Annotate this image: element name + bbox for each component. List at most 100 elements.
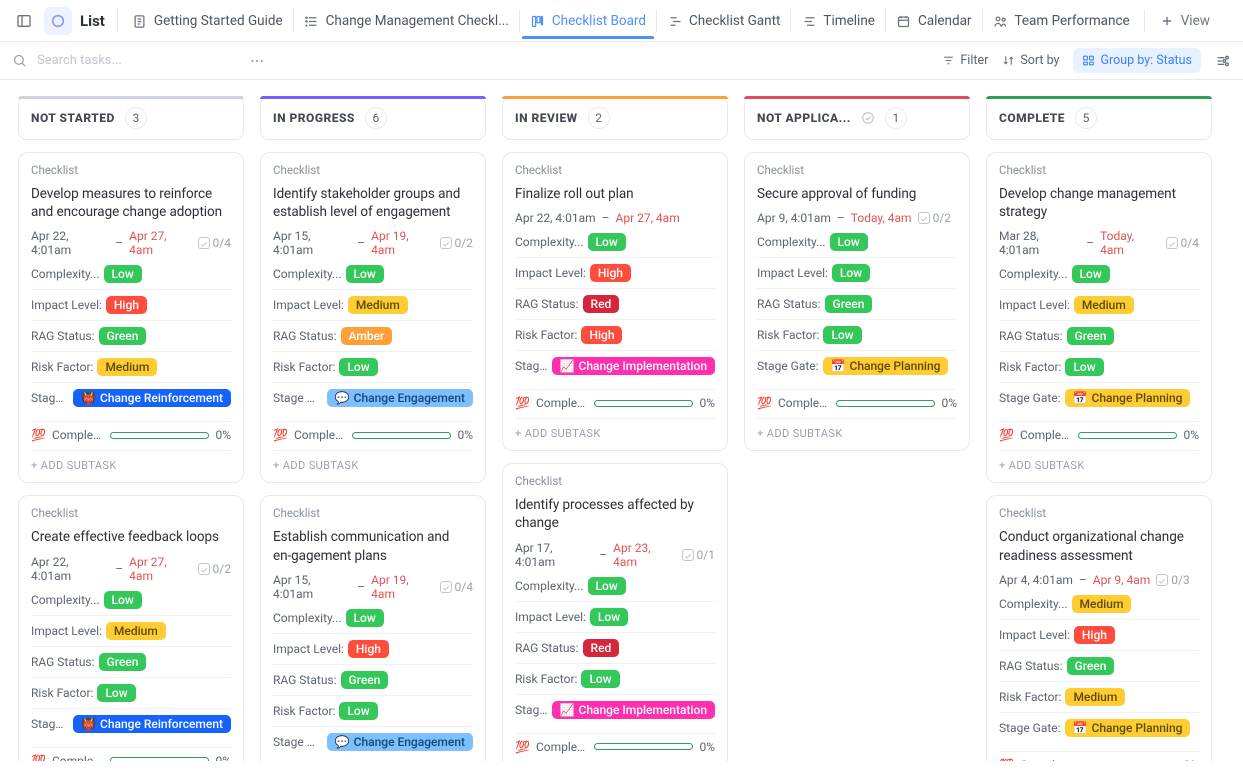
field-label: Stage Gate: — [31, 717, 69, 731]
task-card[interactable]: Checklist Finalize roll out plan Apr 22,… — [502, 152, 728, 451]
field-label: Complexity... — [31, 593, 100, 607]
card-folder-tag: Checklist — [999, 163, 1199, 177]
field-risk: Risk Factor: Low — [515, 663, 715, 694]
subtask-count: 0/2 — [440, 236, 473, 250]
progress-emoji-icon: 💯 — [31, 428, 46, 442]
list-title[interactable]: List — [80, 12, 105, 30]
calendar-icon — [896, 13, 912, 29]
field-stage: Stage Gate: 📈Change Implementation — [515, 694, 715, 725]
field-complexity: Complexity... Low — [31, 265, 231, 289]
subtask-count: 0/2 — [198, 562, 231, 576]
field-risk: Risk Factor: Low — [757, 319, 957, 350]
field-label: Risk Factor: — [515, 672, 577, 686]
toolbar: Filter Sort by Group by: Status — [0, 42, 1243, 80]
field-label: Complexity... — [515, 235, 584, 249]
field-label: Complexity... — [273, 611, 342, 625]
progress-row: 💯 Complet... 0% — [999, 421, 1199, 442]
card-folder-tag: Checklist — [515, 163, 715, 177]
timeline-icon — [801, 13, 817, 29]
field-label: Risk Factor: — [273, 360, 335, 374]
field-impact: Impact Level: Medium — [31, 615, 231, 646]
view-tab-board[interactable]: Checklist Board — [522, 3, 654, 38]
progress-bar — [1078, 432, 1178, 439]
add-subtask-button[interactable]: + ADD SUBTASK — [31, 450, 231, 472]
card-title: Secure approval of funding — [757, 185, 957, 203]
divider — [293, 10, 294, 32]
field-rag: RAG Status: Green — [31, 320, 231, 351]
add-view-button[interactable]: View — [1151, 3, 1218, 38]
progress-row: 💯 Complet... 0% — [757, 389, 957, 410]
search-input[interactable] — [35, 52, 235, 69]
task-card[interactable]: Checklist Develop change management stra… — [986, 152, 1212, 483]
view-tab-timeline[interactable]: Timeline — [793, 3, 883, 38]
view-tab-cmc[interactable]: Change Management Checkl... — [296, 3, 517, 38]
collapse-sidebar-button[interactable] — [8, 7, 40, 35]
column-header[interactable]: COMPLETE 5 — [986, 96, 1212, 140]
field-label: RAG Status: — [515, 641, 579, 655]
add-view-label: View — [1181, 13, 1210, 29]
end-date: Apr 23, 4am — [613, 541, 675, 569]
progress-label: Complet... — [536, 396, 588, 410]
progress-row: 💯 Complet... 0% — [273, 421, 473, 442]
view-tab-gantt[interactable]: Checklist Gantt — [659, 3, 788, 38]
task-card[interactable]: Checklist Create effective feedback loop… — [18, 495, 244, 761]
progress-emoji-icon: 💯 — [999, 758, 1014, 761]
filter-button[interactable]: Filter — [942, 53, 988, 68]
sort-button[interactable]: Sort by — [1002, 53, 1059, 68]
group-by-button[interactable]: Group by: Status — [1073, 48, 1201, 73]
field-rag: RAG Status: Green — [999, 320, 1199, 351]
column-color-bar — [502, 96, 728, 99]
task-card[interactable]: Checklist Identify stakeholder groups an… — [260, 152, 486, 483]
end-date: Apr 27, 4am — [129, 229, 191, 257]
field-risk: Risk Factor: Low — [999, 351, 1199, 382]
add-subtask-button[interactable]: + ADD SUBTASK — [515, 418, 715, 440]
progress-label: Complet... — [1020, 428, 1072, 442]
divider — [982, 10, 983, 32]
view-tab-team[interactable]: Team Performance — [985, 3, 1138, 38]
field-impact: Impact Level: High — [273, 633, 473, 664]
field-label: RAG Status: — [999, 659, 1063, 673]
task-card[interactable]: Checklist Establish communication and en… — [260, 495, 486, 761]
task-card[interactable]: Checklist Conduct organizational change … — [986, 495, 1212, 761]
field-complexity: Complexity... Low — [31, 591, 231, 615]
progress-percent: 0% — [1183, 428, 1199, 442]
task-card[interactable]: Checklist Secure approval of funding Apr… — [744, 152, 970, 451]
field-impact: Impact Level: Low — [757, 257, 957, 288]
column-header[interactable]: NOT APPLICA... 1 — [744, 96, 970, 140]
view-tab-gsg[interactable]: Getting Started Guide — [124, 3, 291, 38]
checkbox-icon — [682, 549, 694, 561]
more-icon[interactable] — [249, 53, 265, 69]
view-tab-calendar[interactable]: Calendar — [888, 3, 980, 38]
column-title: COMPLETE — [999, 111, 1065, 125]
checkbox-icon — [918, 212, 930, 224]
add-subtask-button[interactable]: + ADD SUBTASK — [757, 418, 957, 440]
add-subtask-button[interactable]: + ADD SUBTASK — [999, 450, 1199, 472]
settings-icon[interactable] — [1215, 53, 1231, 69]
column-header[interactable]: IN REVIEW 2 — [502, 96, 728, 140]
task-card[interactable]: Checklist Identify processes affected by… — [502, 463, 728, 761]
card-folder-tag: Checklist — [757, 163, 957, 177]
column-color-bar — [260, 96, 486, 99]
view-tab-label: Team Performance — [1015, 13, 1130, 29]
progress-row: 💯 Complet... 0% — [31, 421, 231, 442]
checkbox-icon — [1156, 574, 1168, 586]
field-label: RAG Status: — [515, 297, 579, 311]
field-label: Stage Gate: — [999, 721, 1061, 735]
task-card[interactable]: Checklist Develop measures to reinforce … — [18, 152, 244, 483]
list-star-icon — [304, 13, 320, 29]
field-rag: RAG Status: Amber — [273, 320, 473, 351]
column-header[interactable]: NOT STARTED 3 — [18, 96, 244, 140]
divider — [1144, 10, 1145, 32]
column-cards: Checklist Identify stakeholder groups an… — [260, 152, 486, 761]
field-rag: RAG Status: Green — [757, 288, 957, 319]
add-subtask-button[interactable]: + ADD SUBTASK — [273, 450, 473, 472]
field-label: Impact Level: — [515, 610, 586, 624]
field-risk: Risk Factor: Low — [273, 351, 473, 382]
divider — [885, 10, 886, 32]
field-complexity: Complexity... Low — [273, 609, 473, 633]
column-header[interactable]: IN PROGRESS 6 — [260, 96, 486, 140]
field-rag: RAG Status: Green — [273, 664, 473, 695]
field-complexity: Complexity... Medium — [999, 595, 1199, 619]
field-stage: Stage Gate: 👹Change Reinforcement — [31, 708, 231, 739]
field-label: Risk Factor: — [999, 360, 1061, 374]
